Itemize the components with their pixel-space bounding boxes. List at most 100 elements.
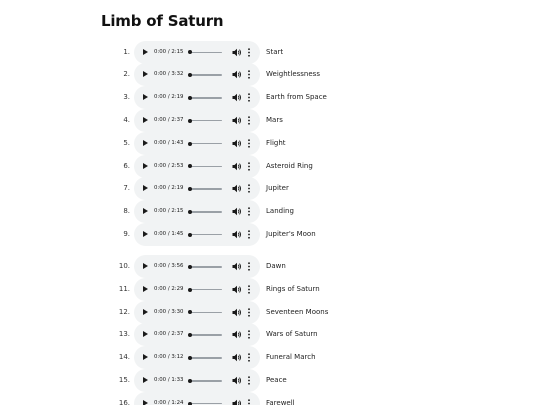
volume-icon[interactable] [232,376,242,385]
audio-player[interactable]: 0:00 / 2:37 [134,323,260,347]
play-icon[interactable] [143,208,148,215]
audio-player[interactable]: 0:00 / 1:33 [134,369,260,392]
track-number: 10. [118,262,130,270]
audio-player[interactable]: 0:00 / 1:24 [134,391,260,405]
more-options-icon[interactable] [247,70,251,79]
more-options-icon[interactable] [247,138,251,148]
progress-knob[interactable] [188,232,192,237]
audio-player[interactable]: 0:00 / 2:53 [134,154,260,178]
play-icon[interactable] [143,162,148,169]
audio-player[interactable]: 0:00 / 3:32 [134,63,260,87]
play-icon[interactable] [143,94,148,101]
audio-player[interactable]: 0:00 / 3:56 [134,255,260,278]
volume-icon[interactable] [232,262,242,271]
volume-icon[interactable] [232,353,242,362]
audio-player[interactable]: 0:00 / 1:45 [134,222,260,246]
progress-slider[interactable] [188,73,222,78]
play-icon[interactable] [143,399,148,405]
progress-slider[interactable] [188,287,222,292]
progress-slider[interactable] [188,401,222,405]
progress-knob[interactable] [188,118,192,123]
audio-player[interactable]: 0:00 / 3:30 [134,300,260,324]
volume-icon[interactable] [232,139,242,148]
audio-player[interactable]: 0:00 / 2:15 [134,200,260,224]
more-options-icon[interactable] [247,285,251,294]
more-options-icon[interactable] [247,353,251,362]
progress-knob[interactable] [188,73,192,78]
more-options-icon[interactable] [247,376,251,385]
play-icon[interactable] [143,48,148,55]
progress-slider[interactable] [188,264,222,269]
progress-knob[interactable] [188,50,192,55]
time-display: 0:00 / 1:33 [154,377,184,383]
progress-knob[interactable] [188,164,192,169]
play-icon[interactable] [143,331,148,338]
volume-icon[interactable] [232,207,242,216]
more-options-icon[interactable] [247,93,251,102]
play-icon[interactable] [143,285,148,292]
volume-icon[interactable] [232,330,242,339]
more-options-icon[interactable] [247,330,251,340]
more-options-icon[interactable] [247,399,251,405]
progress-knob[interactable] [188,141,192,146]
progress-slider[interactable] [188,141,222,146]
play-icon[interactable] [143,308,148,315]
audio-player[interactable]: 0:00 / 2:19 [134,86,260,110]
audio-player[interactable]: 0:00 / 2:19 [134,177,260,201]
volume-icon[interactable] [232,93,242,102]
audio-player[interactable]: 0:00 / 2:15 [134,40,260,64]
audio-player[interactable]: 0:00 / 3:12 [134,346,260,370]
progress-knob[interactable] [188,187,192,192]
progress-slider[interactable] [188,209,222,214]
play-icon[interactable] [143,230,148,237]
progress-knob[interactable] [188,95,192,100]
progress-knob[interactable] [188,401,192,405]
progress-knob[interactable] [188,378,192,383]
progress-knob[interactable] [188,310,192,315]
progress-slider[interactable] [188,187,222,192]
more-options-icon[interactable] [247,230,251,239]
progress-slider[interactable] [188,333,222,338]
volume-icon[interactable] [232,162,242,171]
audio-player[interactable]: 0:00 / 1:43 [134,131,260,155]
track-row: 3. 0:00 / 2:19 Earth from Space [0,86,540,110]
volume-icon[interactable] [232,285,242,294]
progress-knob[interactable] [188,333,192,338]
play-icon[interactable] [143,263,148,269]
progress-knob[interactable] [188,264,192,269]
more-options-icon[interactable] [247,161,251,171]
volume-icon[interactable] [232,230,242,239]
volume-icon[interactable] [232,308,242,317]
progress-slider[interactable] [188,95,222,100]
more-options-icon[interactable] [247,116,251,125]
track-number: 9. [123,229,130,238]
progress-slider[interactable] [188,378,222,383]
play-icon[interactable] [143,139,148,146]
progress-knob[interactable] [188,287,192,292]
progress-slider[interactable] [188,50,222,55]
progress-knob[interactable] [188,209,192,214]
play-icon[interactable] [143,71,148,78]
audio-player[interactable]: 0:00 / 2:29 [134,277,260,301]
volume-icon[interactable] [232,48,242,57]
volume-icon[interactable] [232,70,242,79]
volume-icon[interactable] [232,116,242,125]
more-options-icon[interactable] [247,207,251,216]
play-icon[interactable] [143,185,148,192]
play-icon[interactable] [143,354,148,361]
volume-icon[interactable] [232,184,242,193]
progress-knob[interactable] [188,356,192,360]
progress-slider[interactable] [188,232,222,237]
more-options-icon[interactable] [247,307,251,317]
progress-slider[interactable] [188,164,222,169]
more-options-icon[interactable] [247,184,251,193]
more-options-icon[interactable] [247,47,251,57]
more-options-icon[interactable] [247,262,251,271]
progress-slider[interactable] [188,118,222,123]
play-icon[interactable] [143,377,148,383]
progress-slider[interactable] [188,310,222,315]
volume-icon[interactable] [232,399,242,405]
audio-player[interactable]: 0:00 / 2:37 [134,108,260,132]
play-icon[interactable] [143,116,148,123]
progress-slider[interactable] [188,356,222,360]
